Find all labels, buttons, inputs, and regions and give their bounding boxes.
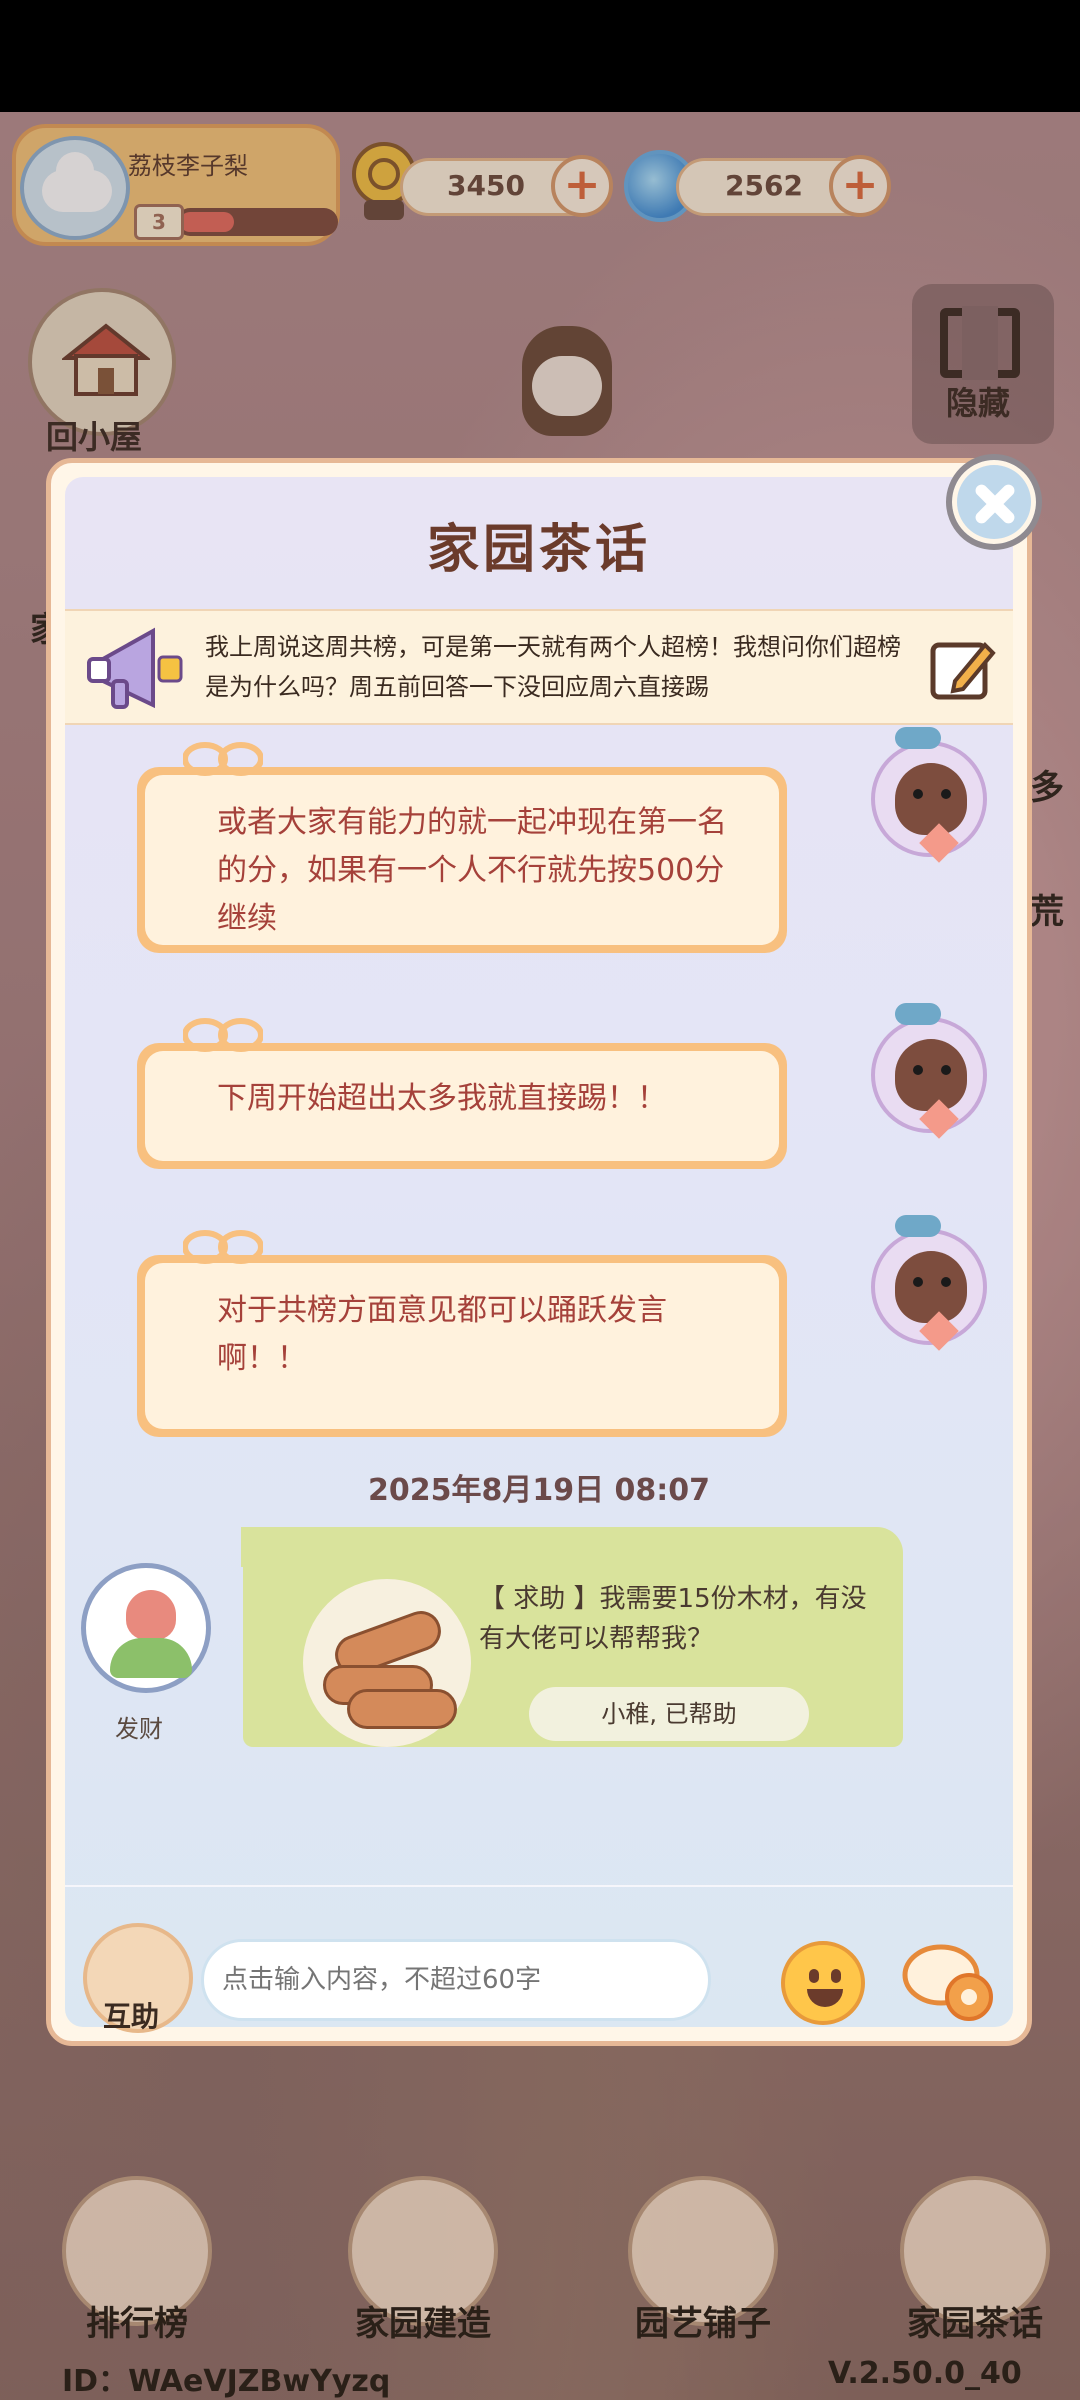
nav-tea-chat-label: 家园茶话 xyxy=(907,2304,1043,2344)
wood-logs-icon xyxy=(303,1579,471,1747)
chat-message: 对于共榜方面意见都可以踊跃发言啊！！ xyxy=(137,1230,787,1437)
megaphone-icon xyxy=(87,627,183,709)
input-divider xyxy=(65,1885,1013,1887)
chat-settings-icon[interactable] xyxy=(901,1937,1001,2027)
message-text: 下周开始超出太多我就直接踢！！ xyxy=(217,1081,667,1116)
dog-avatar[interactable] xyxy=(871,1215,987,1351)
message-text: 对于共榜方面意见都可以踊跃发言啊！！ xyxy=(217,1293,667,1376)
help-request-card[interactable]: 【 求助 】我需要15份木材，有没有大佬可以帮帮我？ 小稚, 已帮助 xyxy=(241,1527,903,1747)
message-text: 或者大家有能力的就一起冲现在第一名的分，如果有一个人不行就先按500分继续 xyxy=(217,805,727,936)
dialog-title: 家园茶话 xyxy=(426,520,651,580)
notice-text: 我上周说这周共榜，可是第一天就有两个人超榜！我想问你们超榜是为什么吗？周五前回答… xyxy=(205,633,901,701)
chat-input-bar: 互助 xyxy=(65,1897,1013,2033)
help-status-button[interactable]: 小稚, 已帮助 xyxy=(529,1687,809,1741)
ribbon-bow-icon xyxy=(183,742,263,776)
chat-dialog: 家园茶话 我上周说这周共榜，可是第一天就有两个人超榜！我想问你们超榜是为什么吗？… xyxy=(46,458,1032,2046)
dog-avatar[interactable] xyxy=(871,1003,987,1139)
chat-input[interactable] xyxy=(201,1939,711,2021)
dog-avatar[interactable] xyxy=(871,727,987,863)
tulip-avatar[interactable] xyxy=(81,1563,211,1693)
nav-leaderboard-label: 排行榜 xyxy=(86,2304,188,2344)
sender-name: 发财 xyxy=(115,1715,163,1743)
ribbon-bow-icon xyxy=(183,1230,263,1264)
message-timestamp: 2025年8月19日 08:07 xyxy=(367,1473,711,1508)
emoji-icon[interactable] xyxy=(781,1941,865,2025)
pinned-notice[interactable]: 我上周说这周共榜，可是第一天就有两个人超榜！我想问你们超榜是为什么吗？周五前回答… xyxy=(65,609,1013,725)
version-label: V.2.50.0_40 xyxy=(828,2356,1022,2391)
status-bar xyxy=(0,0,1080,112)
ribbon-bow-icon xyxy=(183,1018,263,1052)
chat-message: 下周开始超出太多我就直接踢！！ xyxy=(137,1018,787,1169)
nav-home-build-label: 家园建造 xyxy=(355,2304,491,2344)
player-id: ID：WAeVJZBwYyzq xyxy=(62,2364,391,2399)
help-request-text: 【 求助 】我需要15份木材，有没有大佬可以帮帮我？ xyxy=(479,1584,867,1654)
edit-icon[interactable] xyxy=(927,635,997,705)
chat-message: 或者大家有能力的就一起冲现在第一名的分，如果有一个人不行就先按500分继续 xyxy=(137,742,787,953)
close-button[interactable] xyxy=(946,454,1042,550)
nav-garden-shop-label: 园艺铺子 xyxy=(635,2304,771,2344)
chat-dialog-body: 家园茶话 我上周说这周共榜，可是第一天就有两个人超榜！我想问你们超榜是为什么吗？… xyxy=(65,477,1013,2033)
assist-button-label: 互助 xyxy=(103,2000,160,2033)
